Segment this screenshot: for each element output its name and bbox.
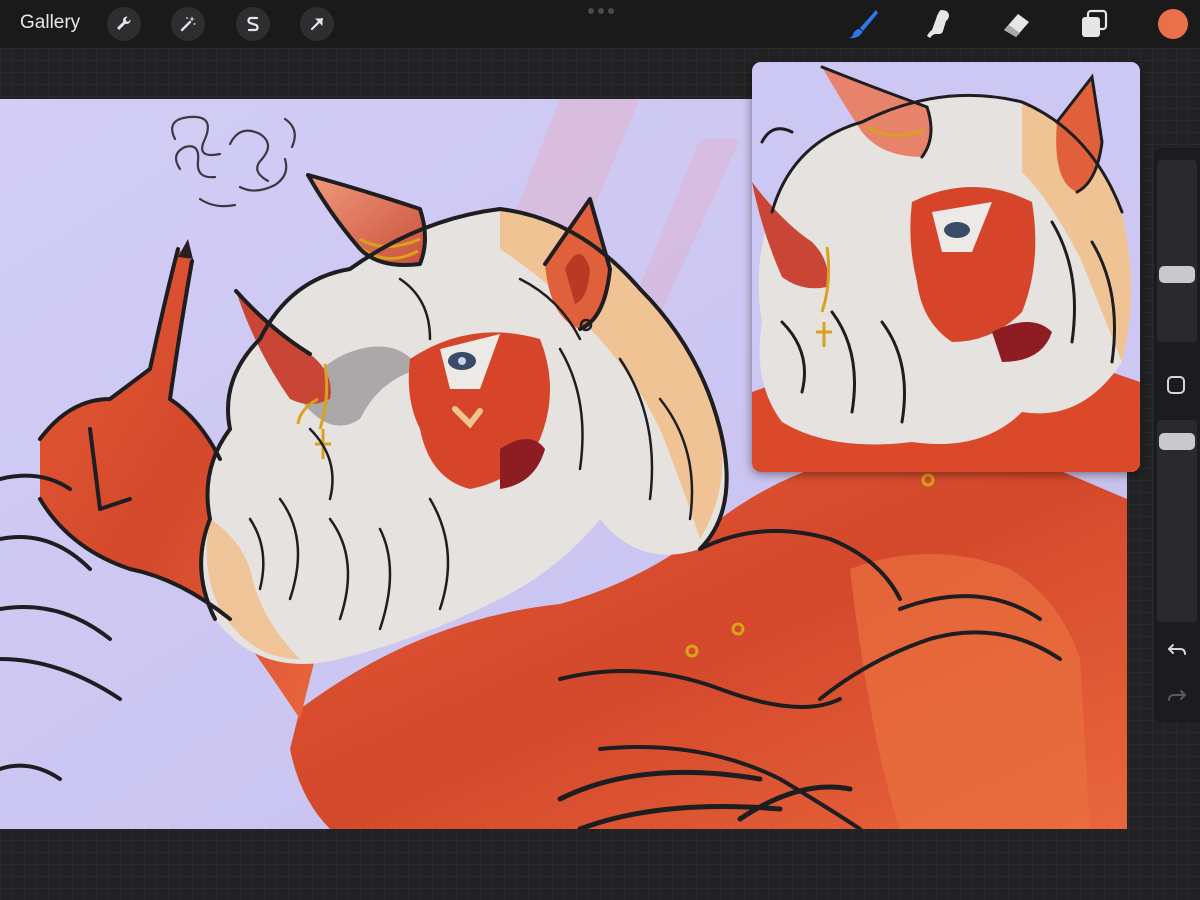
transform-button[interactable] xyxy=(300,7,334,41)
brush-tool-button[interactable] xyxy=(845,6,881,42)
opacity-slider[interactable] xyxy=(1157,420,1197,622)
gallery-button[interactable]: Gallery xyxy=(20,12,80,34)
reference-image xyxy=(752,62,1140,472)
eraser-icon xyxy=(1004,14,1029,37)
brush-size-handle[interactable] xyxy=(1159,266,1195,283)
eraser-tool-button[interactable] xyxy=(998,6,1034,42)
brush-size-slider[interactable] xyxy=(1157,160,1197,342)
layers-button[interactable] xyxy=(1076,6,1112,42)
selection-button[interactable] xyxy=(236,7,270,41)
smudge-tool-button[interactable] xyxy=(920,6,956,42)
undo-button[interactable] xyxy=(1165,637,1189,661)
layers-icon xyxy=(1082,9,1108,37)
actions-wrench-button[interactable] xyxy=(107,7,141,41)
window-grip[interactable] xyxy=(588,8,614,14)
color-picker-swatch[interactable] xyxy=(1158,9,1188,39)
top-toolbar: Gallery xyxy=(0,0,1200,48)
magic-wand-icon xyxy=(180,16,196,32)
modify-button[interactable] xyxy=(1167,376,1185,394)
reference-window[interactable] xyxy=(752,62,1140,472)
brush-icon xyxy=(849,10,878,39)
redo-button[interactable] xyxy=(1165,683,1189,707)
wrench-icon xyxy=(117,16,131,30)
transform-arrow-icon xyxy=(310,17,324,31)
opacity-handle[interactable] xyxy=(1159,433,1195,450)
smudge-icon xyxy=(927,10,949,38)
adjustments-button[interactable] xyxy=(171,7,205,41)
selection-s-icon xyxy=(247,16,259,32)
undo-arrow-icon xyxy=(1168,644,1186,655)
redo-arrow-icon xyxy=(1168,690,1186,701)
